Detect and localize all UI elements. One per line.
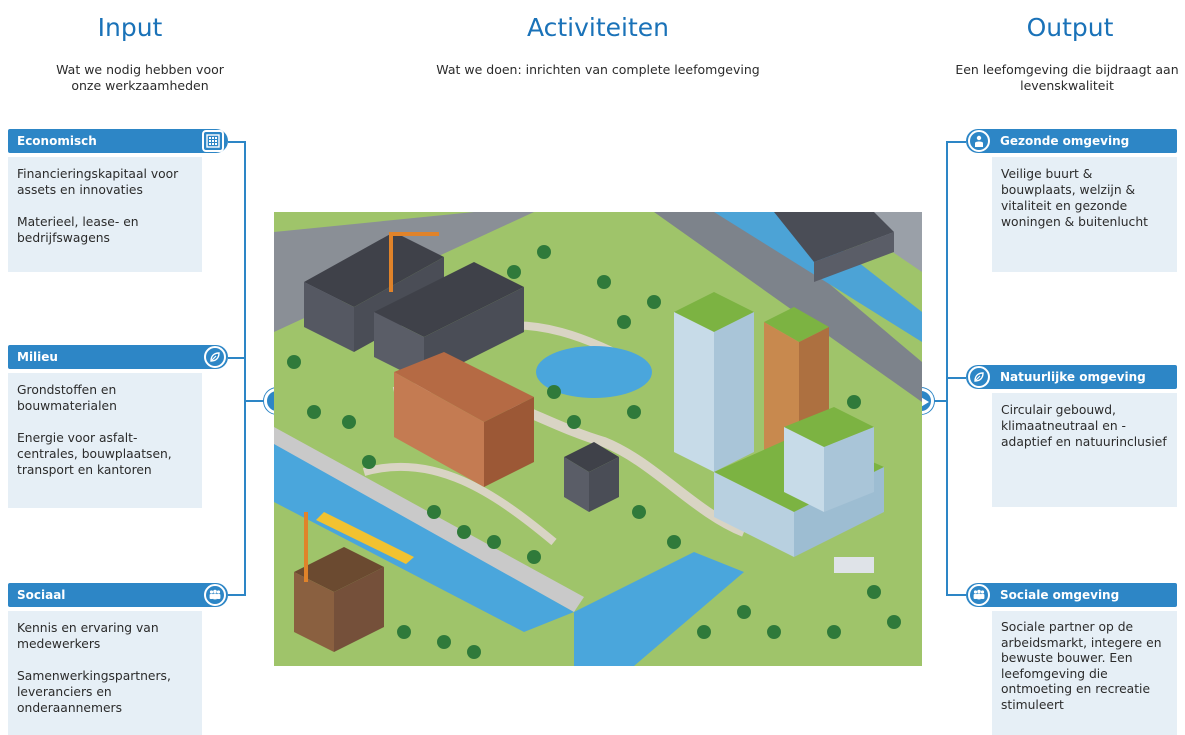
card-economisch-line: Financieringskapitaal voor assets en inn… xyxy=(17,167,179,197)
output-connector-middle xyxy=(946,377,966,379)
person-icon xyxy=(968,130,990,152)
card-sociale-title: Sociale omgeving xyxy=(1000,588,1120,602)
output-connector-vertical xyxy=(946,141,948,596)
output-connector-bottom xyxy=(946,594,966,596)
input-connector-middle xyxy=(228,357,246,359)
card-milieu-line: Grondstoffen en bouwmaterialen xyxy=(17,383,117,413)
card-gezonde-line: Veilige buurt & bouwplaats, welzijn & vi… xyxy=(1001,167,1148,229)
card-gezonde-body: Veilige buurt & bouwplaats, welzijn & vi… xyxy=(992,157,1177,272)
activities-title: Activiteiten xyxy=(526,13,670,42)
card-natuurlijke-title: Natuurlijke omgeving xyxy=(1000,370,1146,384)
output-title: Output xyxy=(1026,13,1114,42)
card-economisch-header: Economisch xyxy=(8,129,228,153)
input-title: Input xyxy=(97,13,163,42)
card-sociale-line: Sociale partner op de arbeidsmarkt, inte… xyxy=(1001,620,1162,712)
output-connector-top xyxy=(946,141,966,143)
card-gezonde-header: Gezonde omgeving xyxy=(966,129,1177,153)
card-economisch-title: Economisch xyxy=(17,134,97,148)
input-connector-top xyxy=(228,141,246,143)
building-icon xyxy=(202,130,224,152)
card-milieu-line: Energie voor asfalt-centrales, bouwplaat… xyxy=(17,431,172,477)
card-natuurlijke-header: Natuurlijke omgeving xyxy=(966,365,1177,389)
card-milieu-header: Milieu xyxy=(8,345,228,369)
card-sociale-body: Sociale partner op de arbeidsmarkt, inte… xyxy=(992,611,1177,735)
card-milieu-body: Grondstoffen en bouwmaterialen Energie v… xyxy=(8,373,202,508)
city-illustration xyxy=(274,212,922,666)
card-sociaal-line: Samenwerkingspartners, leveranciers en o… xyxy=(17,669,171,715)
people-icon xyxy=(968,584,990,606)
card-natuurlijke-line: Circulair gebouwd, klimaatneutraal en -a… xyxy=(1001,403,1167,449)
card-economisch-line: Materieel, lease- en bedrijfswagens xyxy=(17,215,139,245)
leaf-icon xyxy=(204,346,226,368)
card-sociaal-title: Sociaal xyxy=(17,588,66,602)
activities-subtitle: Wat we doen: inrichten van complete leef… xyxy=(436,62,760,77)
card-natuurlijke-body: Circulair gebouwd, klimaatneutraal en -a… xyxy=(992,393,1177,507)
card-gezonde-title: Gezonde omgeving xyxy=(1000,134,1130,148)
card-milieu-title: Milieu xyxy=(17,350,58,364)
input-connector-vertical xyxy=(244,141,246,596)
input-subtitle: Wat we nodig hebben voor onze werkzaamhe… xyxy=(56,62,224,93)
people-icon xyxy=(204,584,226,606)
leaf-icon xyxy=(968,366,990,388)
card-sociaal-body: Kennis en ervaring van medewerkers Samen… xyxy=(8,611,202,735)
card-economisch-body: Financieringskapitaal voor assets en inn… xyxy=(8,157,202,272)
card-sociaal-line: Kennis en ervaring van medewerkers xyxy=(17,621,159,651)
input-connector-to-arrow xyxy=(244,400,266,402)
card-sociaal-header: Sociaal xyxy=(8,583,228,607)
card-sociale-header: Sociale omgeving xyxy=(966,583,1177,607)
output-subtitle: Een leefomgeving die bijdraagt aan leven… xyxy=(955,62,1179,93)
input-connector-bottom xyxy=(228,594,246,596)
